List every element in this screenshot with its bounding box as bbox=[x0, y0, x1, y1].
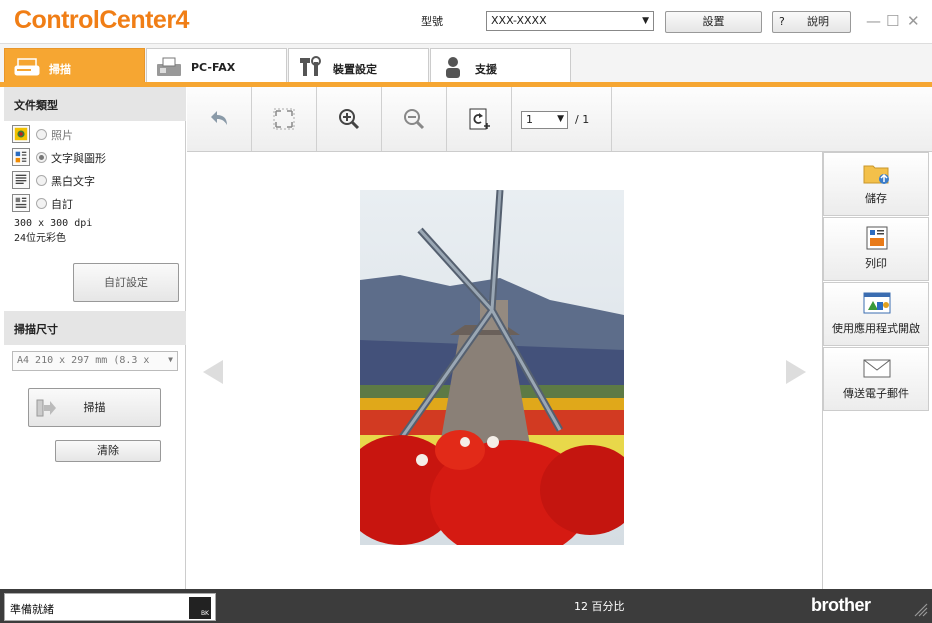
person-icon bbox=[446, 57, 460, 78]
model-label: 型號 bbox=[421, 15, 443, 28]
minimize-icon[interactable]: — bbox=[866, 12, 881, 30]
fit-page-icon bbox=[273, 108, 295, 130]
ink-level-bk: BK bbox=[189, 597, 211, 619]
status-text: 準備就緒 bbox=[10, 603, 54, 616]
preview-area bbox=[187, 152, 822, 589]
model-select[interactable]: XXX-XXXX ▼ bbox=[486, 11, 654, 31]
radio-button[interactable] bbox=[36, 198, 47, 209]
doc-type-label: 自訂 bbox=[51, 198, 73, 211]
next-page-arrow-icon[interactable] bbox=[786, 360, 806, 384]
scan-options-panel: 文件類型 照片 文字與圖形 黑白文字 自訂 300 x 300 dpi 24位元… bbox=[4, 87, 186, 589]
viewer-toolbar: 1 ▼ / 1 bbox=[187, 87, 932, 152]
doc-type-label: 照片 bbox=[51, 129, 73, 142]
zoom-in-button[interactable] bbox=[317, 87, 382, 151]
settings-button[interactable]: 設置 bbox=[665, 11, 762, 33]
bw-text-doc-icon bbox=[12, 171, 30, 189]
resolution-text: 300 x 300 dpi bbox=[14, 218, 93, 229]
doc-type-label: 文字與圖形 bbox=[51, 152, 106, 165]
scan-arrow-icon bbox=[36, 399, 56, 417]
scan-button[interactable]: 掃描 bbox=[28, 388, 161, 427]
help-label: 說明 bbox=[807, 15, 829, 28]
scan-label: 掃描 bbox=[83, 401, 106, 414]
tab-label: 掃描 bbox=[49, 63, 71, 76]
close-icon[interactable]: ✕ bbox=[907, 12, 920, 30]
undo-icon bbox=[211, 111, 227, 125]
tab-label: 支援 bbox=[475, 63, 497, 76]
model-value: XXX-XXXX bbox=[491, 14, 547, 27]
tab-label: 裝置設定 bbox=[333, 63, 377, 76]
help-icon: ? bbox=[779, 15, 785, 28]
scan-size-value: A4 210 x 297 mm (8.3 x bbox=[17, 355, 150, 366]
tab-device-settings[interactable]: 裝置設定 bbox=[288, 48, 429, 86]
chevron-down-icon: ▼ bbox=[557, 114, 564, 124]
page-total: / 1 bbox=[575, 113, 590, 126]
zoom-in-icon bbox=[339, 109, 360, 130]
tab-support[interactable]: 支援 bbox=[430, 48, 571, 86]
radio-button[interactable] bbox=[36, 152, 47, 163]
action-panel: 儲存 列印 使用應用程式開啟 傳送電子郵件 bbox=[822, 152, 932, 589]
text-graphics-doc-icon bbox=[12, 148, 30, 166]
send-email-button[interactable]: 傳送電子郵件 bbox=[823, 347, 929, 411]
app-logo: ControlCenter4 bbox=[14, 6, 189, 34]
scan-size-heading: 掃描尺寸 bbox=[4, 311, 186, 345]
status-bar: 準備就緒 BK 12 百分比 brother bbox=[0, 589, 932, 623]
clear-button[interactable]: 清除 bbox=[55, 440, 161, 462]
color-mode-text: 24位元彩色 bbox=[14, 233, 67, 244]
tab-pc-fax[interactable]: PC-FAX bbox=[146, 48, 287, 86]
resize-grip-icon[interactable] bbox=[910, 599, 928, 617]
save-button[interactable]: 儲存 bbox=[823, 152, 929, 216]
scan-size-select[interactable]: A4 210 x 297 mm (8.3 x ▼ bbox=[12, 351, 178, 371]
chevron-down-icon: ▼ bbox=[168, 355, 173, 364]
zoom-level-text: 12 百分比 bbox=[574, 600, 625, 613]
previous-page-arrow-icon[interactable] bbox=[203, 360, 223, 384]
maximize-icon[interactable]: ☐ bbox=[886, 12, 899, 30]
tools-icon bbox=[300, 56, 321, 76]
scanner-icon bbox=[14, 58, 40, 76]
tab-bar: 掃描 PC-FAX 裝置設定 支援 bbox=[0, 44, 932, 86]
rotate-icon bbox=[469, 108, 490, 130]
rotate-button[interactable] bbox=[447, 87, 512, 151]
custom-doc-icon bbox=[12, 194, 30, 212]
brand-logo: brother bbox=[811, 595, 871, 615]
title-bar: ControlCenter4 型號 XXX-XXXX ▼ 設置 ? 說明 — ☐… bbox=[0, 0, 932, 44]
scanned-image-preview bbox=[360, 190, 624, 545]
page-current: 1 bbox=[526, 113, 533, 126]
status-box: 準備就緒 BK bbox=[4, 593, 216, 621]
open-app-icon bbox=[863, 292, 891, 314]
undo-button[interactable] bbox=[187, 87, 252, 151]
action-label: 傳送電子郵件 bbox=[843, 387, 909, 400]
radio-button[interactable] bbox=[36, 175, 47, 186]
page-select[interactable]: 1 ▼ bbox=[521, 111, 568, 129]
zoom-out-icon bbox=[404, 109, 425, 130]
toolbar-divider bbox=[611, 87, 612, 151]
tab-label: PC-FAX bbox=[191, 61, 236, 74]
chevron-down-icon: ▼ bbox=[642, 16, 649, 26]
custom-settings-button[interactable]: 自訂設定 bbox=[73, 263, 179, 302]
action-label: 使用應用程式開啟 bbox=[832, 322, 920, 335]
open-with-app-button[interactable]: 使用應用程式開啟 bbox=[823, 282, 929, 346]
radio-button[interactable] bbox=[36, 129, 47, 140]
photo-doc-icon bbox=[12, 125, 30, 143]
help-button[interactable]: ? 說明 bbox=[772, 11, 851, 33]
print-button[interactable]: 列印 bbox=[823, 217, 929, 281]
tab-scan[interactable]: 掃描 bbox=[4, 48, 145, 86]
doc-type-label: 黑白文字 bbox=[51, 175, 95, 188]
folder-save-icon bbox=[863, 165, 889, 184]
fax-icon bbox=[157, 57, 181, 76]
action-label: 儲存 bbox=[865, 192, 887, 205]
doc-type-heading: 文件類型 bbox=[4, 87, 186, 121]
fit-page-button[interactable] bbox=[252, 87, 317, 151]
print-icon bbox=[866, 226, 888, 250]
envelope-icon bbox=[863, 359, 891, 378]
zoom-out-button[interactable] bbox=[382, 87, 447, 151]
action-label: 列印 bbox=[865, 257, 887, 270]
